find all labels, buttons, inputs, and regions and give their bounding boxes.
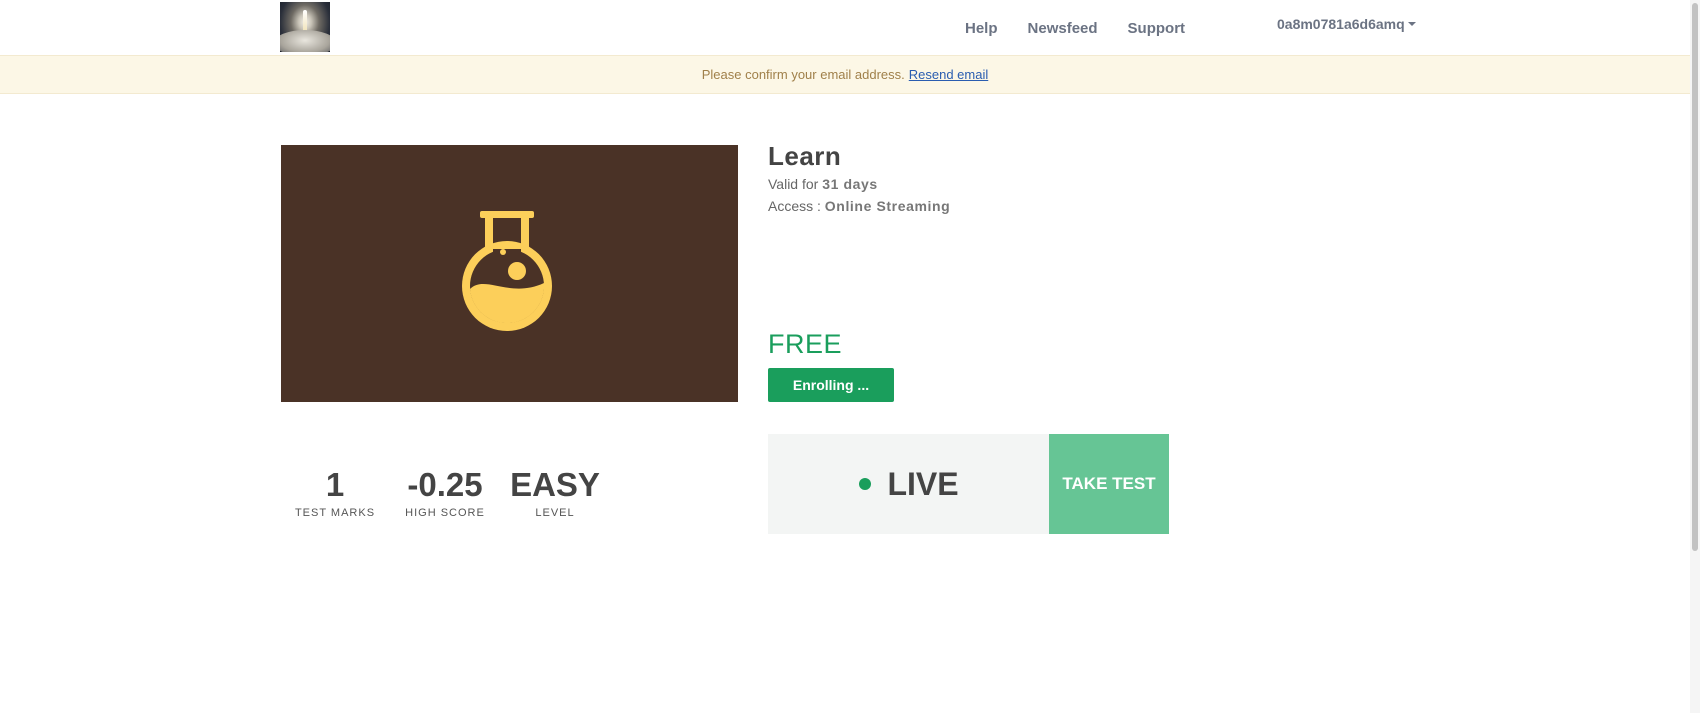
enroll-button[interactable]: Enrolling ... [768,368,894,402]
validity-value: 31 days [822,176,878,192]
top-navbar: Help Newsfeed Support 0a8m0781a6d6amq [0,0,1690,52]
scrollbar[interactable] [1690,0,1700,713]
user-menu[interactable]: 0a8m0781a6d6amq [1277,16,1416,32]
stat-level: EASY LEVEL [500,465,610,519]
course-title: Learn [768,141,842,171]
live-status-box: LIVE [768,434,1050,534]
stat-label: LEVEL [535,507,575,519]
rocket-cloud [280,30,330,52]
email-confirm-alert: Please confirm your email address. Resen… [0,55,1690,94]
stat-value: EASY [510,466,600,503]
rocket-plume [303,10,307,32]
access-prefix: Access : [768,198,821,214]
take-test-button[interactable]: TAKE TEST [1049,434,1169,534]
access-line: Access : Online Streaming [768,198,950,214]
stat-label: TEST MARKS [294,507,376,519]
nav-links: Help Newsfeed Support [965,20,1215,37]
scrollbar-thumb[interactable] [1692,3,1698,551]
resend-email-link[interactable]: Resend email [909,67,989,82]
live-dot-icon [859,478,872,490]
stat-high-score: -0.25 HIGH SCORE [390,465,500,519]
nav-link-newsfeed[interactable]: Newsfeed [1028,20,1098,37]
nav-link-help[interactable]: Help [965,20,998,37]
username: 0a8m0781a6d6amq [1277,16,1405,32]
course-price: FREE [768,329,843,359]
course-image [281,145,738,402]
live-status: LIVE [887,465,959,502]
stat-value: 1 [325,466,345,503]
caret-down-icon [1407,22,1416,26]
stat-label: HIGH SCORE [405,507,485,519]
stat-value: -0.25 [407,466,483,503]
validity-line: Valid for 31 days [768,176,878,192]
nav-link-support[interactable]: Support [1128,20,1186,37]
flask-icon [461,210,552,331]
site-logo[interactable] [280,2,330,52]
validity-prefix: Valid for [768,176,819,192]
access-value: Online Streaming [824,198,951,214]
stat-test-marks: 1 TEST MARKS [280,465,390,519]
alert-message: Please confirm your email address. [701,67,905,82]
